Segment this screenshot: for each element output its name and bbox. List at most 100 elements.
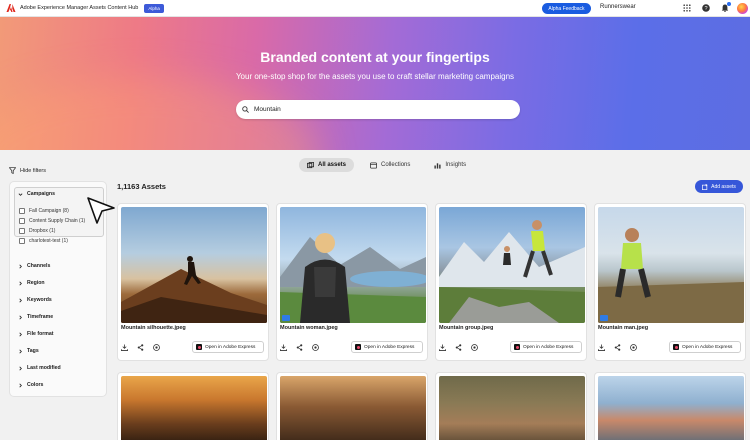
image-type-icon (600, 315, 608, 321)
asset-card[interactable] (117, 372, 269, 440)
filter-group-keywords[interactable]: Keywords (18, 297, 52, 303)
asset-actions (598, 344, 637, 351)
user-avatar[interactable] (737, 3, 748, 14)
org-switcher[interactable]: Runnerswear (600, 4, 636, 10)
tab-insights[interactable]: Insights (426, 158, 474, 172)
info-icon[interactable] (471, 344, 478, 351)
asset-thumbnail[interactable] (121, 207, 267, 323)
open-express-label: Open in Adobe Express (364, 344, 415, 350)
tab-collections[interactable]: Collections (362, 158, 418, 172)
add-assets-button[interactable]: Add assets (695, 180, 743, 193)
asset-card[interactable] (594, 372, 746, 440)
asset-card[interactable]: Mountain man.jpeg Open in Adobe Express (594, 203, 746, 361)
filter-group-file-format[interactable]: File format (18, 331, 54, 337)
filter-group-label: Tags (27, 348, 39, 354)
adobe-express-icon (673, 344, 679, 350)
chevron-right-icon (19, 264, 22, 268)
open-in-adobe-express-button[interactable]: Open in Adobe Express (669, 341, 741, 353)
filter-group-campaigns[interactable]: Campaigns (18, 191, 55, 197)
asset-actions (439, 344, 478, 351)
hide-filters-toggle[interactable]: Hide filters (9, 167, 46, 174)
share-icon[interactable] (455, 344, 462, 351)
asset-card[interactable] (435, 372, 587, 440)
asset-thumbnail[interactable] (598, 207, 744, 323)
help-icon[interactable]: ? (701, 3, 711, 13)
open-express-label: Open in Adobe Express (682, 344, 733, 350)
open-in-adobe-express-button[interactable]: Open in Adobe Express (192, 341, 264, 353)
share-icon[interactable] (296, 344, 303, 351)
chevron-right-icon (19, 383, 22, 387)
asset-card[interactable] (276, 372, 428, 440)
notification-dot (727, 2, 731, 6)
mountain-silhouette-photo (121, 256, 267, 323)
apps-grid-icon[interactable] (682, 3, 692, 13)
checkbox[interactable] (19, 228, 25, 234)
mountain-woman-photo (280, 233, 426, 323)
filter-group-label: Channels (27, 263, 51, 269)
download-icon[interactable] (280, 344, 287, 351)
filter-option-label: Dropbox (1) (29, 228, 56, 234)
search-bar[interactable] (236, 100, 520, 119)
open-express-label: Open in Adobe Express (523, 344, 574, 350)
tab-label: Collections (381, 162, 411, 168)
hide-filters-label: Hide filters (20, 167, 46, 174)
checkbox[interactable] (19, 238, 25, 244)
filter-group-timeframe[interactable]: Timeframe (18, 314, 53, 320)
filter-group-region[interactable]: Region (18, 280, 45, 286)
filter-group-label: Region (27, 280, 45, 286)
add-image-icon (702, 183, 708, 190)
alpha-badge: Alpha (144, 3, 164, 13)
search-input[interactable] (254, 106, 494, 113)
filter-group-channels[interactable]: Channels (18, 263, 50, 269)
bar-chart-icon (434, 162, 441, 169)
hero-banner: Branded content at your fingertips Your … (0, 17, 750, 150)
filter-group-tags[interactable]: Tags (18, 348, 39, 354)
adobe-logo-icon (6, 4, 16, 12)
tab-all-assets[interactable]: All assets (299, 158, 355, 172)
asset-thumbnail[interactable] (280, 207, 426, 323)
filter-group-colors[interactable]: Colors (18, 382, 43, 388)
adobe-express-icon (514, 344, 520, 350)
checkbox[interactable] (19, 218, 25, 224)
asset-card[interactable]: Mountain silhouette.jpeg Open in Adobe E… (117, 203, 269, 361)
info-icon[interactable] (312, 344, 319, 351)
mountain-man-photo (598, 228, 744, 323)
chevron-right-icon (19, 281, 22, 285)
tab-label: Insights (445, 162, 467, 168)
bell-icon[interactable] (720, 2, 731, 13)
asset-card[interactable]: Mountain group.jpeg Open in Adobe Expres… (435, 203, 587, 361)
info-icon[interactable] (153, 344, 160, 351)
open-in-adobe-express-button[interactable]: Open in Adobe Express (510, 341, 582, 353)
adobe-express-icon (355, 344, 361, 350)
asset-thumbnail[interactable] (598, 376, 744, 440)
filter-option[interactable]: Dropbox (1) (19, 228, 55, 234)
asset-thumbnail[interactable] (439, 207, 585, 323)
filter-group-label: Last modified (27, 365, 61, 371)
svg-text:?: ? (704, 6, 707, 12)
filter-option[interactable]: Fall Campaign (8) (19, 208, 69, 214)
asset-thumbnail[interactable] (439, 376, 585, 440)
image-type-icon (282, 315, 290, 321)
share-icon[interactable] (137, 344, 144, 351)
asset-thumbnail[interactable] (280, 376, 426, 440)
checkbox[interactable] (19, 208, 25, 214)
chevron-right-icon (19, 298, 22, 302)
filter-option[interactable]: charlotest-test (1) (19, 238, 68, 244)
asset-name: Mountain silhouette.jpeg (121, 325, 186, 331)
info-icon[interactable] (630, 344, 637, 351)
asset-name: Mountain group.jpeg (439, 325, 494, 331)
filter-group-last-modified[interactable]: Last modified (18, 365, 61, 371)
asset-thumbnail[interactable] (121, 376, 267, 440)
download-icon[interactable] (121, 344, 128, 351)
download-icon[interactable] (598, 344, 605, 351)
chevron-right-icon (19, 366, 22, 370)
asset-actions (121, 344, 160, 351)
asset-card[interactable]: Mountain woman.jpeg Open in Adobe Expres… (276, 203, 428, 361)
open-in-adobe-express-button[interactable]: Open in Adobe Express (351, 341, 423, 353)
alpha-feedback-button[interactable]: Alpha Feedback (542, 3, 591, 14)
download-icon[interactable] (439, 344, 446, 351)
filter-option[interactable]: Content Supply Chain (1) (19, 218, 85, 224)
share-icon[interactable] (614, 344, 621, 351)
mountain-group-photo (439, 220, 585, 323)
hero-title: Branded content at your fingertips (260, 49, 490, 65)
